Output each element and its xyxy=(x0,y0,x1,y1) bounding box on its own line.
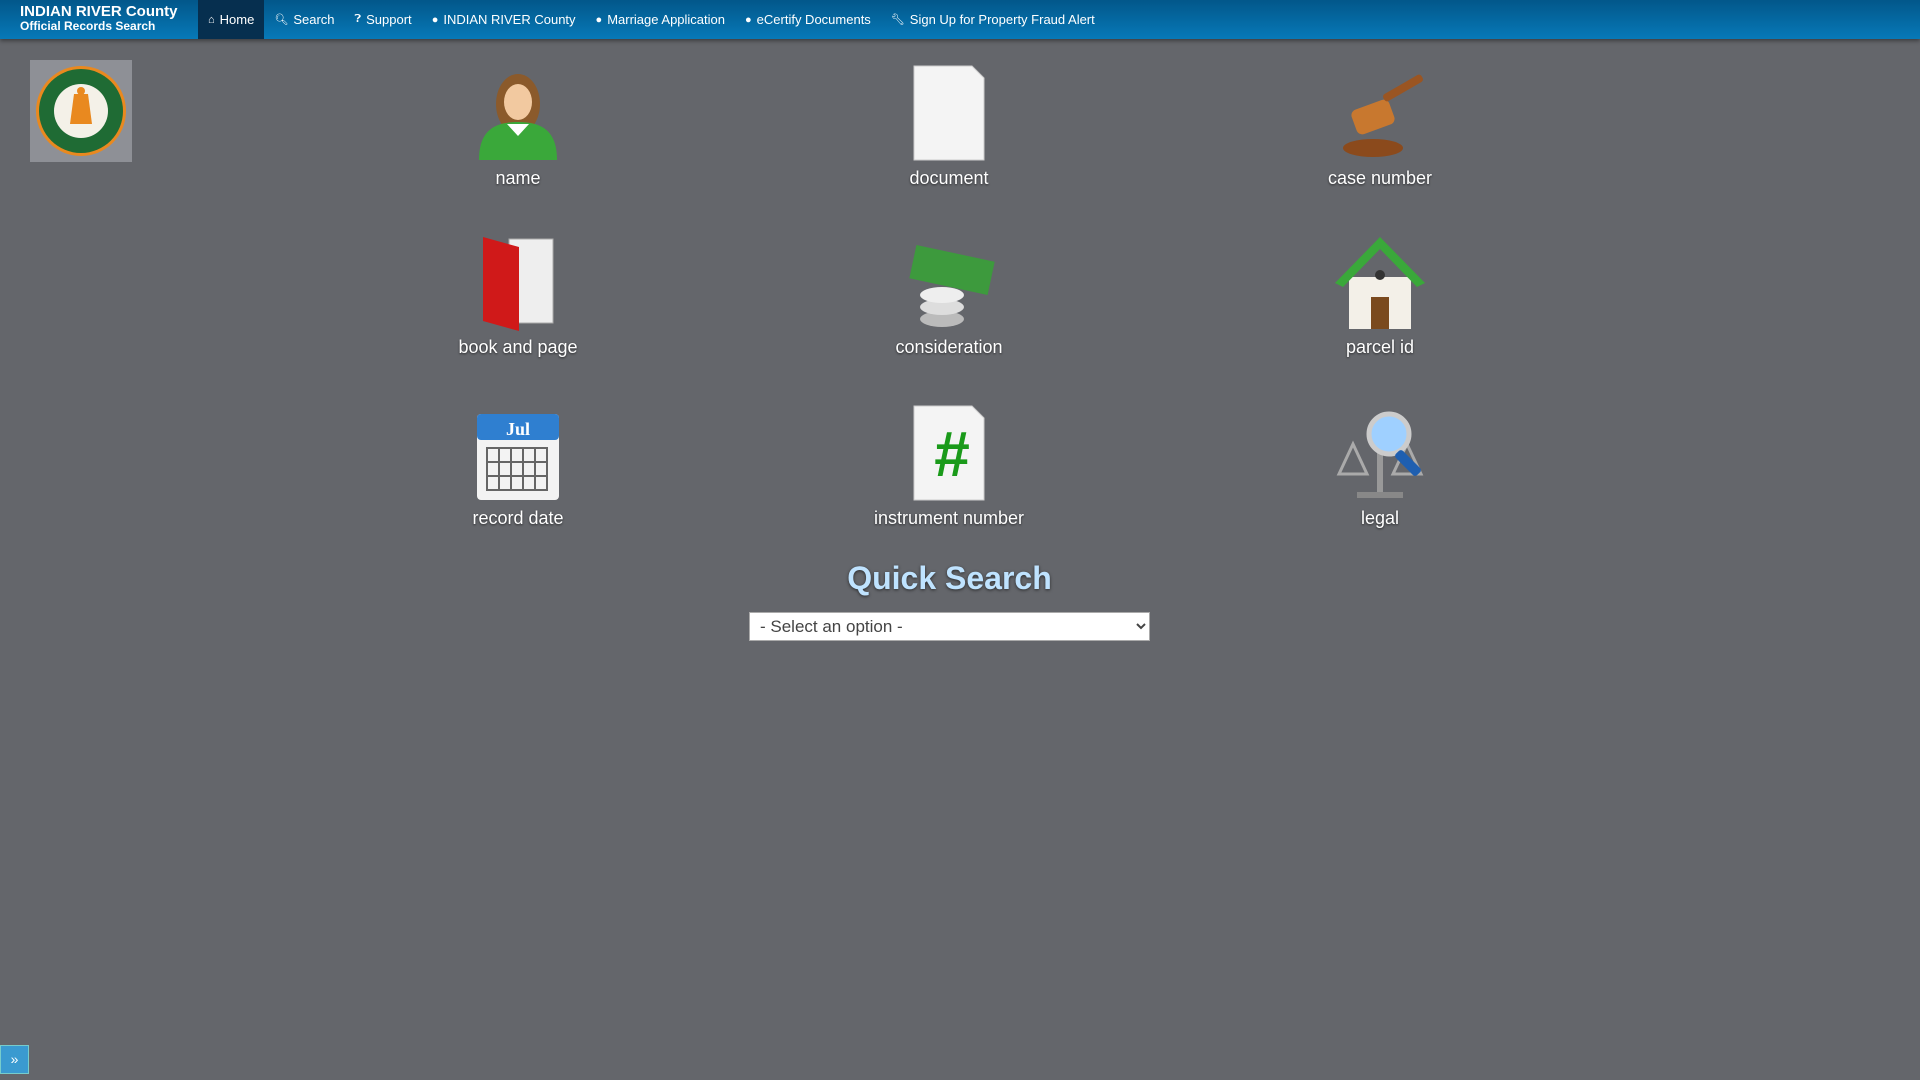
book-icon xyxy=(483,237,554,331)
tile-instrument-number[interactable]: # instrument number xyxy=(819,404,1079,529)
calendar-icon: Jul xyxy=(477,414,559,500)
globe-icon: ● xyxy=(595,13,603,26)
tile-consideration[interactable]: consideration xyxy=(819,233,1079,358)
house-icon xyxy=(1335,237,1425,329)
search-icon: 🔍︎ xyxy=(274,14,289,26)
globe-icon: ● xyxy=(431,13,439,26)
svg-text:Jul: Jul xyxy=(506,419,530,439)
expand-button[interactable]: » xyxy=(0,1045,29,1074)
nav-ecertify[interactable]: ● eCertify Documents xyxy=(735,0,881,39)
tile-case-number[interactable]: case number xyxy=(1250,64,1510,189)
gavel-icon xyxy=(1343,74,1423,157)
question-icon: ❓︎ xyxy=(354,13,362,25)
quick-search-title: Quick Search xyxy=(847,560,1052,596)
brand[interactable]: INDIAN RIVER County Official Records Sea… xyxy=(0,0,198,39)
nav-search[interactable]: 🔍︎ Search xyxy=(264,0,344,39)
nav-support[interactable]: ❓︎ Support xyxy=(345,0,422,39)
nav-marriage-application[interactable]: ● Marriage Application xyxy=(586,0,735,39)
tile-book-and-page[interactable]: book and page xyxy=(388,233,648,358)
person-icon xyxy=(479,74,557,160)
money-icon xyxy=(909,245,995,327)
tile-name[interactable]: name xyxy=(388,64,648,189)
hash-document-icon: # xyxy=(913,405,985,501)
tile-document[interactable]: document xyxy=(819,64,1079,189)
nav-county[interactable]: ● INDIAN RIVER County xyxy=(422,0,586,39)
nav-home[interactable]: ⌂ Home xyxy=(198,0,265,39)
clerk-logo xyxy=(30,60,132,162)
globe-icon: ● xyxy=(745,13,752,26)
tile-legal[interactable]: legal xyxy=(1250,404,1510,529)
scales-magnifier-icon xyxy=(1336,411,1424,498)
wrench-icon: 🔧︎ xyxy=(890,14,905,26)
nav-fraud-alert[interactable]: 🔧︎ Sign Up for Property Fraud Alert xyxy=(881,0,1105,39)
document-icon xyxy=(913,65,985,161)
home-icon: ⌂ xyxy=(208,13,215,26)
quick-search-select[interactable]: - Select an option - xyxy=(749,612,1150,641)
tile-record-date[interactable]: Jul record date xyxy=(388,404,648,529)
top-navbar: INDIAN RIVER County Official Records Sea… xyxy=(0,0,1920,39)
tile-parcel-id[interactable]: parcel id xyxy=(1250,233,1510,358)
svg-text:#: # xyxy=(934,418,970,490)
